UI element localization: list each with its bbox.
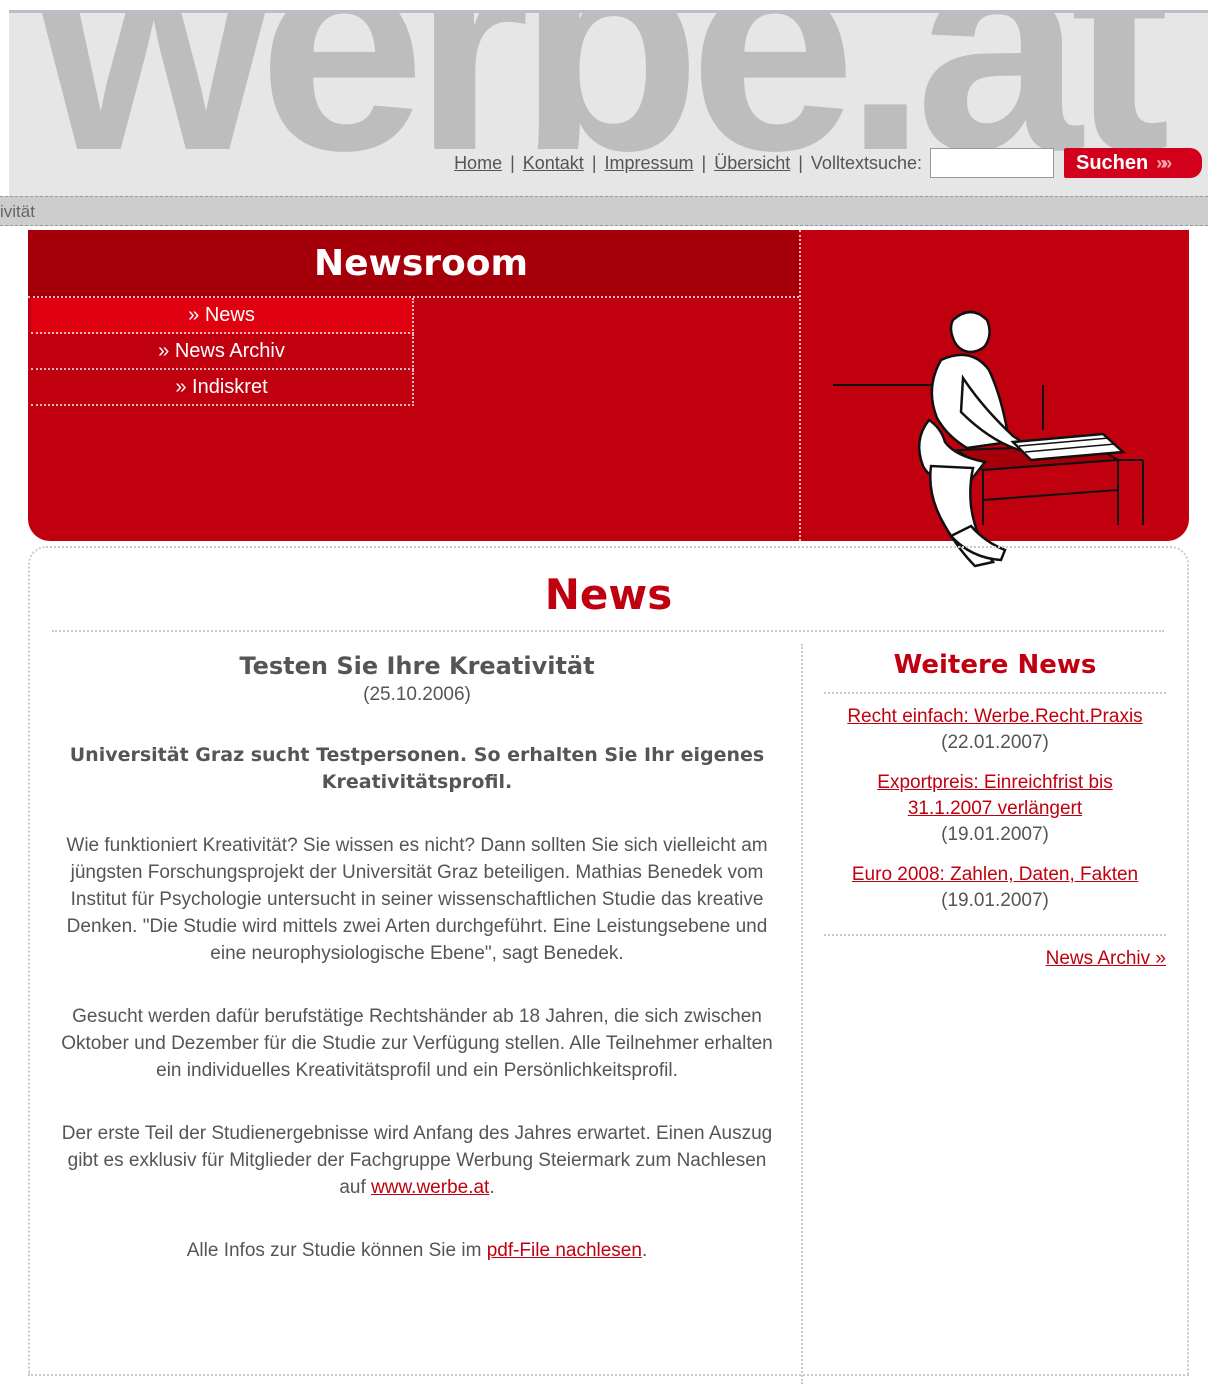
- search-button-label: Suchen: [1076, 151, 1149, 174]
- page-title: News: [544, 570, 673, 619]
- article-paragraph: Wie funktioniert Kreativität? Sie wissen…: [66, 835, 768, 964]
- list-item: Recht einfach: Werbe.Recht.Praxis (22.01…: [824, 704, 1166, 756]
- search-button[interactable]: Suchen »»: [1064, 148, 1202, 178]
- search-input[interactable]: [930, 148, 1054, 178]
- newsroom-title-bar: Newsroom: [28, 230, 799, 298]
- werbe-at-link[interactable]: www.werbe.at: [371, 1177, 489, 1198]
- news-link[interactable]: Exportpreis: Einreichfrist bis 31.1.2007…: [877, 772, 1112, 819]
- article-date: (25.10.2006): [363, 684, 471, 705]
- search-label: Volltextsuche:: [810, 152, 922, 173]
- news-article: Testen Sie Ihre Kreativität (25.10.2006)…: [52, 646, 782, 1264]
- newsroom-title: Newsroom: [314, 242, 528, 284]
- news-date: (19.01.2007): [941, 890, 1049, 911]
- nav-home-link[interactable]: Home: [454, 153, 502, 174]
- paragraph-text: .: [489, 1177, 495, 1198]
- nav-separator: |: [701, 152, 707, 173]
- list-item: Euro 2008: Zahlen, Daten, Fakten (19.01.…: [824, 862, 1166, 914]
- nav-separator: |: [591, 152, 597, 173]
- article-title: Testen Sie Ihre Kreativität: [239, 652, 595, 680]
- subnav-item-indiskret[interactable]: » Indiskret: [31, 370, 414, 406]
- article-paragraph: Der erste Teil der Studienergebnisse wir…: [52, 1120, 782, 1201]
- article-paragraph: Gesucht werden dafür berufstätige Rechts…: [61, 1006, 773, 1081]
- article-paragraph: Alle Infos zur Studie können Sie im pdf-…: [52, 1237, 782, 1264]
- top-navigation: Home | Kontakt | Impressum | Übersicht |…: [454, 145, 1202, 181]
- news-date: (19.01.2007): [941, 824, 1049, 845]
- reading-person-illustration: [833, 310, 1144, 568]
- double-arrow-icon: »»: [1156, 152, 1172, 173]
- news-link[interactable]: Euro 2008: Zahlen, Daten, Fakten: [852, 864, 1138, 885]
- news-date: (22.01.2007): [941, 732, 1049, 753]
- content-box: News Testen Sie Ihre Kreativität (25.10.…: [28, 546, 1189, 1384]
- subnav-item-news-archiv[interactable]: » News Archiv: [31, 334, 414, 370]
- sidebar-title: Weitere News: [893, 650, 1097, 680]
- subnav-item-news[interactable]: » News: [31, 298, 414, 334]
- title-divider: [52, 630, 1164, 632]
- article-lead: Universität Graz sucht Testpersonen. So …: [69, 744, 765, 793]
- paragraph-text: .: [641, 1240, 648, 1261]
- archive-link-wrapper: News Archiv »: [824, 948, 1166, 970]
- newsroom-subnav: » News » News Archiv » Indiskret: [31, 298, 414, 406]
- nav-uebersicht-link[interactable]: Übersicht: [714, 153, 790, 174]
- breadcrumb-bar: ivität: [0, 196, 1208, 226]
- nav-impressum-link[interactable]: Impressum: [605, 153, 694, 174]
- pdf-file-link[interactable]: pdf-File nachlesen: [487, 1240, 642, 1261]
- sidebar-divider: [824, 692, 1166, 694]
- news-archiv-link[interactable]: News Archiv »: [1046, 948, 1166, 969]
- site-header: werbe.at Home | Kontakt | Impressum | Üb…: [9, 13, 1208, 196]
- news-link[interactable]: Recht einfach: Werbe.Recht.Praxis: [847, 706, 1142, 727]
- breadcrumb: ivität: [0, 202, 35, 221]
- top-spacer: [0, 0, 1208, 8]
- nav-separator: |: [798, 152, 803, 173]
- sidebar-divider: [824, 934, 1166, 936]
- column-divider: [801, 644, 803, 1384]
- nav-separator: |: [510, 152, 515, 173]
- nav-kontakt-link[interactable]: Kontakt: [523, 153, 584, 174]
- paragraph-text: Alle Infos zur Studie können Sie im: [186, 1240, 487, 1261]
- list-item: Exportpreis: Einreichfrist bis 31.1.2007…: [824, 770, 1166, 848]
- newsroom-panel: Newsroom » News » News Archiv » Indiskre…: [28, 230, 1189, 568]
- more-news-sidebar: Weitere News Recht einfach: Werbe.Recht.…: [824, 646, 1166, 970]
- newsroom-left-column: Newsroom » News » News Archiv » Indiskre…: [28, 230, 801, 541]
